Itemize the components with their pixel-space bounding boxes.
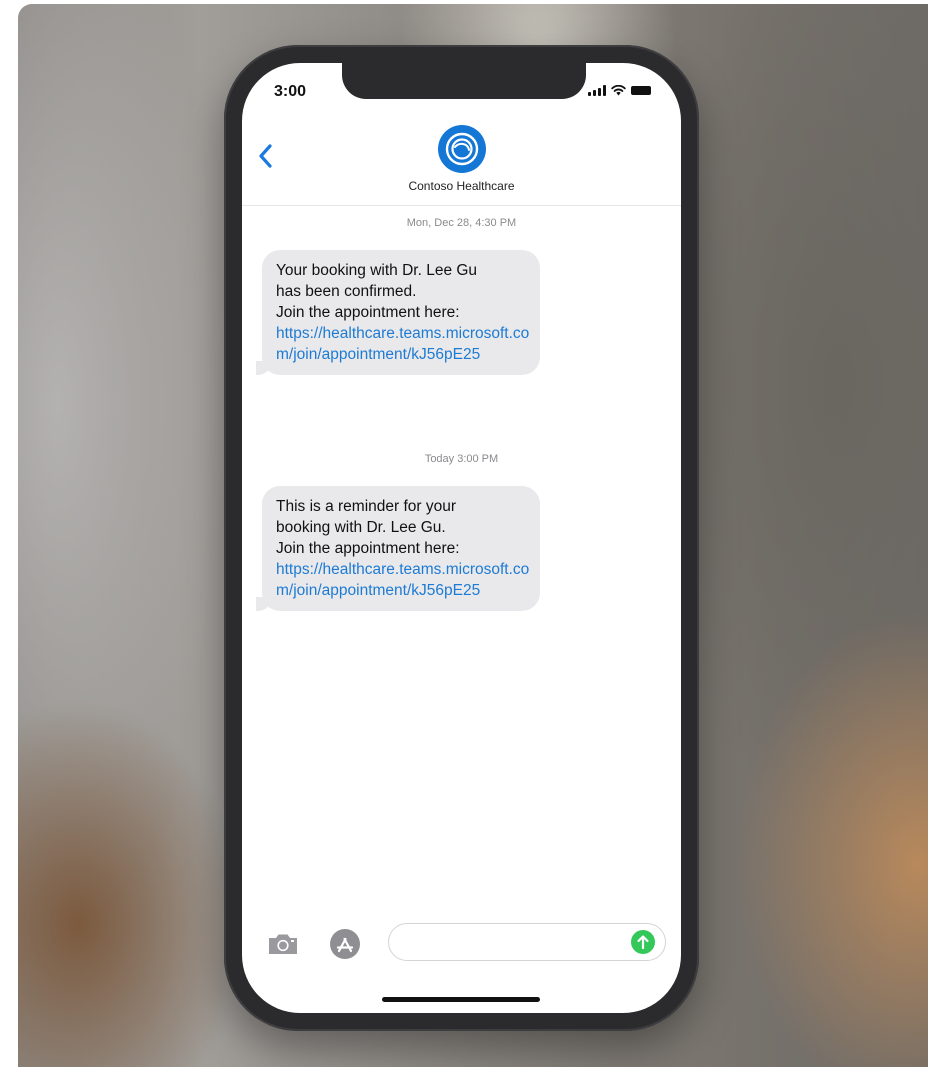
message-timestamp: Mon, Dec 28, 4:30 PM xyxy=(406,217,517,229)
message-line: Join the appointment here: xyxy=(276,540,460,557)
send-button[interactable] xyxy=(631,930,655,954)
message-line: Join the appointment here: xyxy=(276,304,460,321)
app-store-icon[interactable] xyxy=(328,927,362,961)
phone-frame: 3:00 Contoso Healthcare Mon, Dec 28, 4:3… xyxy=(224,45,699,1031)
back-chevron-icon[interactable] xyxy=(254,141,278,171)
cellular-signal-icon xyxy=(588,85,606,96)
message-line: has been confirmed. xyxy=(276,283,417,300)
arrow-up-icon xyxy=(637,935,649,950)
phone-notch xyxy=(342,63,586,99)
message-line: This is a reminder for your xyxy=(276,498,457,515)
camera-icon[interactable] xyxy=(266,931,300,957)
home-indicator[interactable] xyxy=(382,997,540,1002)
contact-avatar[interactable] xyxy=(438,125,486,173)
message-line: booking with Dr. Lee Gu. xyxy=(276,519,446,536)
message-bubble[interactable]: Your booking with Dr. Lee Gu has been co… xyxy=(248,250,540,376)
bubble-tail xyxy=(256,361,272,375)
wifi-icon xyxy=(611,85,626,96)
message-input[interactable] xyxy=(388,923,666,961)
status-icons xyxy=(588,85,651,96)
status-time: 3:00 xyxy=(274,83,307,100)
message-bubble[interactable]: This is a reminder for your booking with… xyxy=(248,486,540,612)
phone-screen: 3:00 Contoso Healthcare Mon, Dec 28, 4:3… xyxy=(242,63,681,1013)
appointment-link[interactable]: https://healthcare.teams.microsoft.com/j… xyxy=(276,559,530,601)
contoso-logo-icon xyxy=(445,132,479,166)
message-timestamp: Today 3:00 PM xyxy=(424,453,499,465)
appointment-link[interactable]: https://healthcare.teams.microsoft.com/j… xyxy=(276,323,530,365)
conversation-header: Contoso Healthcare xyxy=(242,123,681,206)
contact-name[interactable]: Contoso Healthcare xyxy=(242,179,681,193)
message-line: Your booking with Dr. Lee Gu xyxy=(276,262,478,279)
message-input-bar xyxy=(242,921,681,965)
battery-icon xyxy=(631,86,651,95)
bubble-tail xyxy=(256,597,272,611)
